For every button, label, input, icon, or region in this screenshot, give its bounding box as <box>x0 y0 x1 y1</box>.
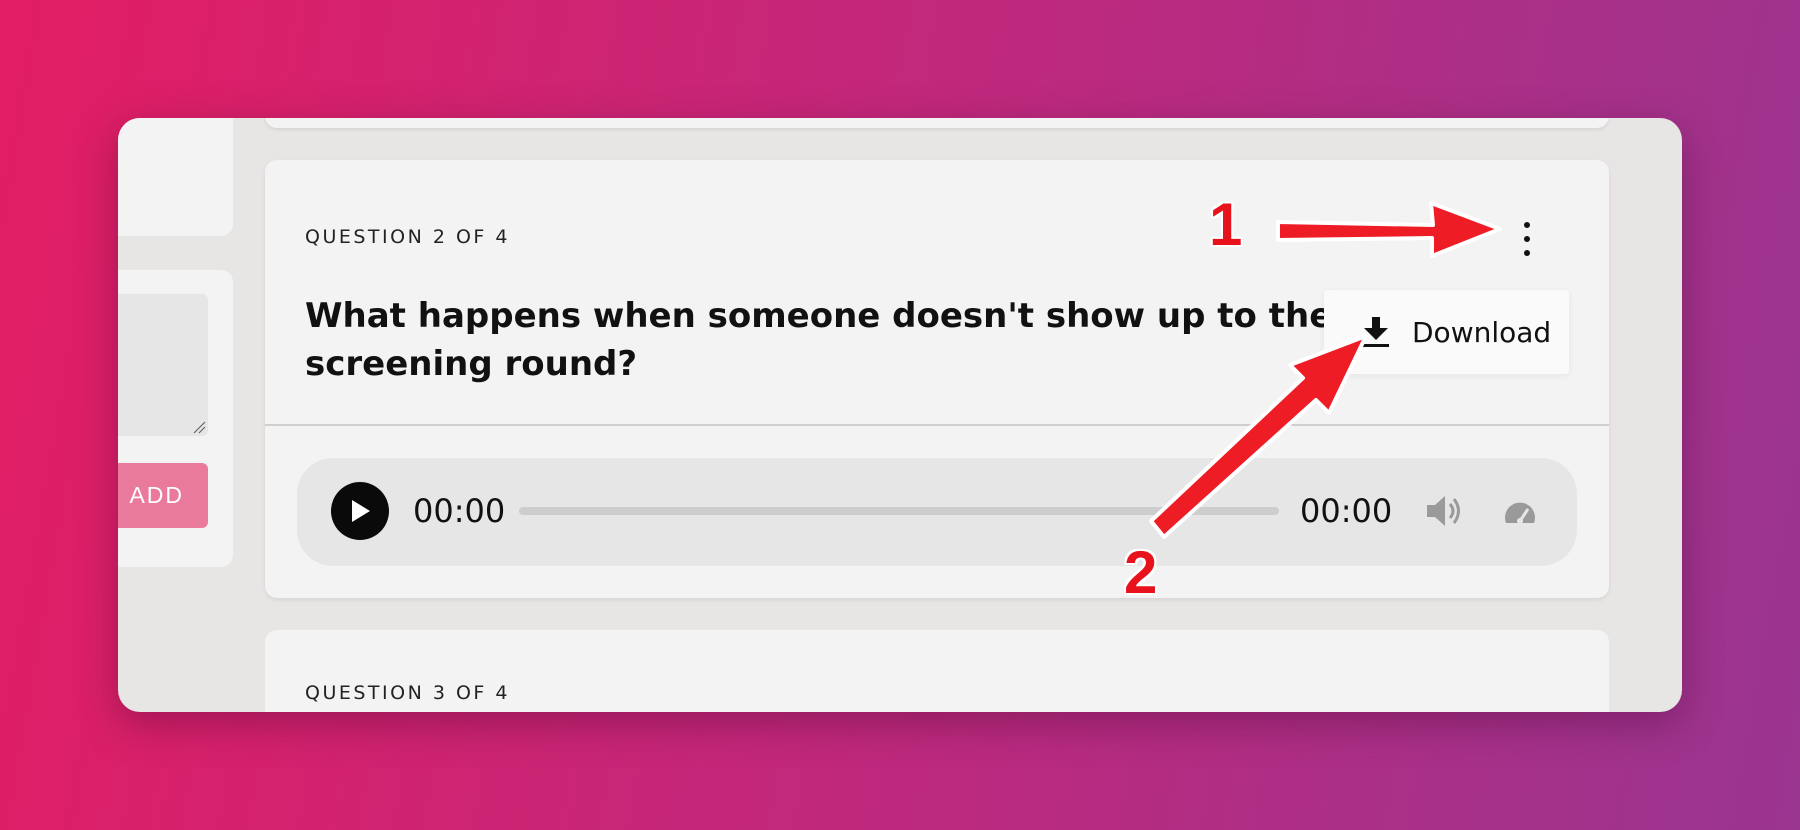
current-time: 00:00 <box>413 492 506 530</box>
progress-bar[interactable] <box>519 507 1279 515</box>
download-label: Download <box>1412 315 1552 349</box>
comment-textarea[interactable] <box>118 294 208 436</box>
play-button[interactable] <box>331 482 389 540</box>
sidebar-card <box>118 118 233 236</box>
divider <box>265 424 1609 426</box>
previous-question-card <box>265 118 1609 128</box>
audio-player: 00:00 00:00 <box>297 458 1577 566</box>
annotation-step-1: 1 <box>1209 191 1243 258</box>
download-icon <box>1363 317 1389 347</box>
more-options-icon[interactable] <box>1520 222 1534 256</box>
resize-grip-icon[interactable] <box>192 420 206 434</box>
question-card-3: QUESTION 3 OF 4 <box>265 630 1609 712</box>
play-icon <box>352 500 370 522</box>
question-title: What happens when someone doesn't show u… <box>305 296 1333 384</box>
add-button[interactable]: ADD <box>118 463 208 528</box>
question-counter-3: QUESTION 3 OF 4 <box>305 682 510 704</box>
question-card: QUESTION 2 OF 4 What happens when someon… <box>265 160 1609 598</box>
question-counter: QUESTION 2 OF 4 <box>305 226 510 248</box>
playback-speed-icon[interactable] <box>1503 497 1537 527</box>
download-menu-item[interactable]: Download <box>1324 290 1569 374</box>
total-time: 00:00 <box>1300 492 1393 530</box>
volume-icon[interactable] <box>1425 493 1463 529</box>
annotation-step-2: 2 <box>1124 539 1158 606</box>
app-window: ADD QUESTION 2 OF 4 What happens when so… <box>118 118 1682 712</box>
